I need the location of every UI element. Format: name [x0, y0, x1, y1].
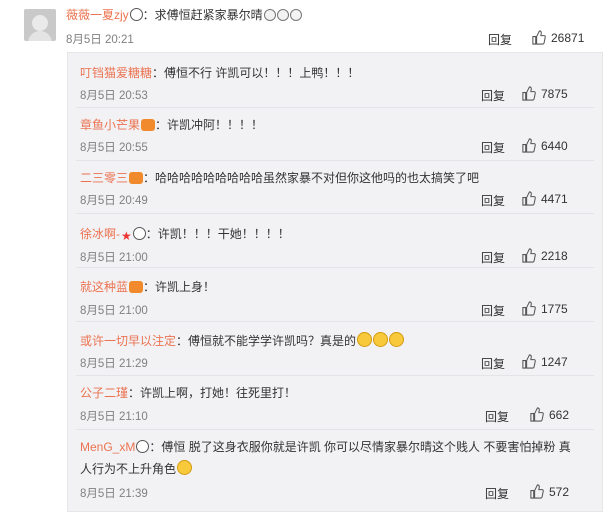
like-button[interactable]: 1247 — [521, 354, 568, 369]
thumbs-up-icon — [529, 407, 544, 422]
comment-time: 8月5日 20:21 — [66, 34, 134, 46]
like-button[interactable]: 26871 — [531, 30, 584, 45]
reply-text: ：傅恒不行 许凯可以！！！上鸭！！！ — [152, 66, 360, 80]
top-comment: 薇薇一夏zjy ：求傅恒赶紧家暴尔晴 8月5日 20:21 回复 26871 — [0, 0, 609, 52]
reply-button[interactable]: 回复 — [481, 87, 505, 104]
username[interactable]: 公子二瑾 — [80, 386, 128, 400]
username[interactable]: 二三零三 — [80, 171, 128, 185]
divider — [76, 213, 594, 214]
thumbs-up-icon — [521, 354, 536, 369]
reply-text: ：许凯！！！干她！！！！ — [145, 227, 290, 241]
reply-button[interactable]: 回复 — [485, 485, 509, 502]
reply-line: MenG_xM ：傅恒 脱了这身衣服你就是许凯 你可以尽情家暴尔晴这个贱人 不要害… — [80, 439, 571, 455]
reply-line: 二三零三 ：哈哈哈哈哈哈哈哈哈虽然家暴不对但你这他吗的也太搞笑了吧 — [80, 170, 479, 186]
username[interactable]: 叮铛猫爱糖糖 — [80, 66, 152, 80]
face-emoji-icon — [389, 332, 405, 347]
reply-line: 叮铛猫爱糖糖：傅恒不行 许凯可以！！！上鸭！！！ — [80, 65, 359, 81]
like-button[interactable]: 7875 — [521, 86, 568, 101]
like-button[interactable]: 4471 — [521, 191, 568, 206]
thumbs-up-icon — [521, 248, 536, 263]
reply-button[interactable]: 回复 — [485, 408, 509, 425]
reply-button[interactable]: 回复 — [481, 249, 505, 266]
like-count: 7875 — [541, 86, 568, 101]
vip-badge-icon — [141, 119, 156, 131]
thumbs-up-icon — [521, 138, 536, 153]
like-button[interactable]: 2218 — [521, 248, 568, 263]
thumbs-up-icon — [521, 301, 536, 316]
sad-emoji-icon — [289, 9, 302, 21]
username[interactable]: 徐冰啊- — [80, 227, 120, 241]
username[interactable]: 就这种蓝 — [80, 280, 128, 294]
thumbs-up-icon — [531, 30, 546, 45]
divider — [76, 107, 594, 108]
replies-panel: 叮铛猫爱糖糖：傅恒不行 许凯可以！！！上鸭！！！ 8月5日 20:53 回复 7… — [67, 52, 603, 512]
reply-time: 8月5日 21:29 — [80, 358, 148, 370]
like-count: 572 — [549, 484, 570, 499]
like-count: 1775 — [541, 301, 568, 316]
face-emoji-icon — [177, 460, 193, 475]
reply-line: 或许一切早以注定：傅恒就不能学学许凯吗？真是的 — [80, 332, 405, 349]
like-button[interactable]: 6440 — [521, 138, 568, 153]
reply-time: 8月5日 21:00 — [80, 305, 148, 317]
reply-text: ：许凯冲阿！！！！ — [155, 118, 264, 132]
reply-time: 8月5日 20:53 — [80, 90, 148, 102]
like-button[interactable]: 662 — [529, 407, 569, 422]
avatar[interactable] — [24, 9, 56, 41]
like-count: 662 — [549, 407, 570, 422]
sad-emoji-icon — [263, 9, 276, 21]
comment-text: ：求傅恒赶紧家暴尔晴 — [142, 8, 263, 22]
reply-text: ：哈哈哈哈哈哈哈哈哈虽然家暴不对但你这他吗的也太搞笑了吧 — [143, 171, 480, 185]
reply-button[interactable]: 回复 — [481, 355, 505, 372]
thumbs-up-icon — [521, 86, 536, 101]
reply-text: ：许凯上啊，打她！往死里打！ — [128, 386, 297, 400]
comment-line: 薇薇一夏zjy ：求傅恒赶紧家暴尔晴 — [66, 7, 302, 23]
like-count: 2218 — [541, 248, 568, 263]
reply-time: 8月5日 20:55 — [80, 142, 148, 154]
face-emoji-icon — [357, 332, 373, 347]
reply-line: 公子二瑾：许凯上啊，打她！往死里打！ — [80, 385, 296, 401]
like-count: 6440 — [541, 138, 568, 153]
username[interactable]: 或许一切早以注定 — [80, 334, 176, 348]
username[interactable]: 章鱼小芒果 — [80, 118, 140, 132]
reply-text: ：许凯上身！ — [143, 280, 216, 294]
face-emoji-icon — [373, 332, 389, 347]
reply-line: 章鱼小芒果 ：许凯冲阿！！！！ — [80, 117, 263, 133]
like-count: 1247 — [541, 354, 568, 369]
divider — [76, 267, 594, 268]
thumbs-up-icon — [521, 191, 536, 206]
divider — [76, 429, 594, 430]
thumbs-up-icon — [529, 484, 544, 499]
vip-badge-icon — [129, 172, 144, 184]
reply-time: 8月5日 20:49 — [80, 195, 148, 207]
username[interactable]: MenG_xM — [80, 440, 135, 454]
reply-button[interactable]: 回复 — [488, 31, 512, 48]
reply-text-continued: 人行为不上升角色 — [80, 462, 177, 476]
divider — [76, 321, 594, 322]
panda-emoji-icon — [136, 440, 150, 453]
reply-text: ：傅恒 脱了这身衣服你就是许凯 你可以尽情家暴尔晴这个贱人 不要害怕掉粉 真 — [149, 440, 571, 454]
panda-emoji-icon — [129, 8, 143, 21]
like-count: 26871 — [551, 30, 585, 45]
like-button[interactable]: 572 — [529, 484, 569, 499]
panda-emoji-icon — [132, 227, 146, 240]
star-badge-icon: ★ — [121, 229, 132, 243]
reply-text: ：傅恒就不能学学许凯吗？真是的 — [176, 334, 357, 348]
like-count: 4471 — [541, 191, 568, 206]
like-button[interactable]: 1775 — [521, 301, 568, 316]
reply-line-continued: 人行为不上升角色 — [80, 460, 193, 477]
reply-time: 8月5日 21:10 — [80, 411, 148, 423]
reply-line: 徐冰啊-★ ：许凯！！！干她！！！！ — [80, 226, 290, 244]
reply-button[interactable]: 回复 — [481, 192, 505, 209]
reply-time: 8月5日 21:39 — [80, 488, 148, 500]
username[interactable]: 薇薇一夏zjy — [66, 8, 129, 22]
reply-line: 就这种蓝 ：许凯上身！ — [80, 279, 215, 295]
divider — [76, 375, 594, 376]
reply-button[interactable]: 回复 — [481, 139, 505, 156]
vip-badge-icon — [129, 281, 144, 293]
reply-time: 8月5日 21:00 — [80, 252, 148, 264]
reply-button[interactable]: 回复 — [481, 302, 505, 319]
sad-emoji-icon — [276, 9, 289, 21]
divider — [76, 160, 594, 161]
